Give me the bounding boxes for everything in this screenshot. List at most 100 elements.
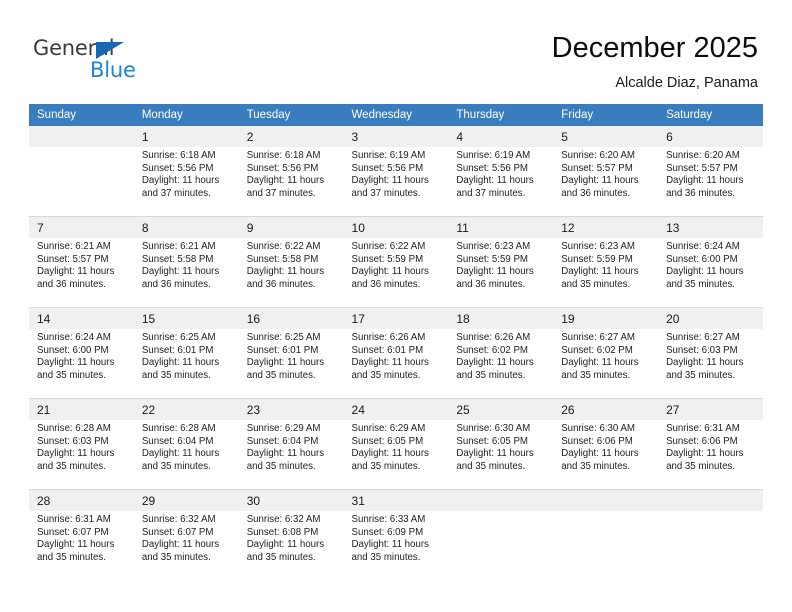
daylight-text-line1: Daylight: 11 hours — [666, 266, 744, 278]
daylight-text-line1: Daylight: 11 hours — [561, 448, 639, 460]
day-info: Sunrise: 6:25 AM Sunset: 6:01 PM Dayligh… — [238, 329, 344, 399]
day-number[interactable]: 14 — [29, 307, 134, 329]
daylight-text-line2: and 35 minutes. — [351, 551, 421, 563]
day-number[interactable]: 15 — [133, 307, 239, 329]
sunset-text: Sunset: 6:01 PM — [141, 344, 214, 356]
day-number[interactable]: 31 — [343, 489, 449, 511]
day-info: Sunrise: 6:24 AM Sunset: 6:00 PM Dayligh… — [658, 238, 763, 308]
sunset-text: Sunset: 6:06 PM — [666, 435, 738, 447]
sunrise-text: Sunrise: 6:19 AM — [456, 150, 531, 161]
sunrise-text: Sunrise: 6:33 AM — [351, 514, 426, 525]
day-info: Sunrise: 6:27 AM Sunset: 6:03 PM Dayligh… — [658, 329, 763, 399]
day-number[interactable]: 27 — [658, 398, 763, 420]
daylight-text-line1: Daylight: 11 hours — [246, 357, 325, 369]
daylight-text-line1: Daylight: 11 hours — [37, 539, 115, 551]
week-2-info-row: Sunrise: 6:21 AM Sunset: 5:57 PM Dayligh… — [29, 238, 763, 308]
day-number[interactable]: 9 — [238, 216, 344, 238]
sunset-text: Sunset: 5:58 PM — [246, 253, 319, 265]
day-number[interactable]: 19 — [553, 307, 659, 329]
sunset-text: Sunset: 6:03 PM — [37, 435, 109, 447]
sunrise-text: Sunrise: 6:32 AM — [246, 514, 321, 525]
day-info: Sunrise: 6:23 AM Sunset: 5:59 PM Dayligh… — [448, 238, 554, 308]
day-number[interactable]: 8 — [133, 216, 239, 238]
weekday-header-monday: Monday — [133, 104, 239, 126]
daylight-text-line1: Daylight: 11 hours — [456, 357, 534, 369]
day-number[interactable]: 4 — [448, 126, 554, 147]
daylight-text-line2: and 35 minutes. — [666, 460, 735, 472]
sunrise-text: Sunrise: 6:28 AM — [37, 423, 111, 434]
daylight-text-line1: Daylight: 11 hours — [141, 357, 220, 369]
title-block: December 2025 Alcalde Diaz, Panama — [552, 30, 758, 94]
day-number[interactable]: 24 — [343, 398, 449, 420]
sunset-text: Sunset: 5:57 PM — [37, 253, 109, 265]
daylight-text-line1: Daylight: 11 hours — [666, 448, 744, 460]
sunrise-text: Sunrise: 6:27 AM — [561, 332, 635, 343]
sunrise-text: Sunrise: 6:31 AM — [666, 423, 740, 434]
day-number[interactable]: 3 — [343, 126, 449, 147]
day-number[interactable]: 10 — [343, 216, 449, 238]
sunrise-text: Sunrise: 6:23 AM — [456, 241, 531, 252]
sunset-text: Sunset: 5:58 PM — [141, 253, 214, 265]
sunset-text: Sunset: 5:56 PM — [456, 162, 528, 174]
sunrise-text: Sunrise: 6:21 AM — [37, 241, 111, 252]
day-info: Sunrise: 6:19 AM Sunset: 5:56 PM Dayligh… — [343, 147, 449, 217]
daylight-text-line2: and 35 minutes. — [456, 460, 526, 472]
day-info: Sunrise: 6:25 AM Sunset: 6:01 PM Dayligh… — [133, 329, 239, 399]
day-number[interactable]: 16 — [238, 307, 344, 329]
day-info-empty — [658, 511, 763, 580]
sunrise-text: Sunrise: 6:30 AM — [561, 423, 635, 434]
sunset-text: Sunset: 6:00 PM — [666, 253, 738, 265]
day-number[interactable]: 25 — [448, 398, 554, 420]
weekday-header-wednesday: Wednesday — [343, 104, 449, 126]
sunset-text: Sunset: 5:59 PM — [561, 253, 633, 265]
day-number[interactable]: 20 — [658, 307, 763, 329]
day-number[interactable]: 23 — [238, 398, 344, 420]
sunset-text: Sunset: 6:04 PM — [246, 435, 319, 447]
daylight-text-line2: and 36 minutes. — [456, 278, 526, 290]
day-number[interactable]: 29 — [133, 489, 239, 511]
daylight-text-line2: and 36 minutes. — [141, 278, 211, 290]
sunset-text: Sunset: 6:02 PM — [561, 344, 633, 356]
daylight-text-line2: and 35 minutes. — [456, 369, 526, 381]
day-number[interactable]: 2 — [238, 126, 344, 147]
day-number[interactable]: 28 — [29, 489, 134, 511]
sunset-text: Sunset: 5:56 PM — [246, 162, 319, 174]
day-number[interactable]: 1 — [133, 126, 239, 147]
weekday-header-row: Sunday Monday Tuesday Wednesday Thursday… — [29, 104, 763, 126]
day-number[interactable]: 11 — [448, 216, 554, 238]
page-title: December 2025 — [551, 32, 758, 64]
sunset-text: Sunset: 6:02 PM — [456, 344, 528, 356]
sunset-text: Sunset: 5:56 PM — [141, 162, 214, 174]
sunset-text: Sunset: 6:01 PM — [246, 344, 319, 356]
sunrise-text: Sunrise: 6:26 AM — [456, 332, 531, 343]
day-number[interactable]: 30 — [238, 489, 344, 511]
week-5-daynum-row: 28 29 30 31 — [29, 489, 763, 511]
day-number[interactable]: 21 — [29, 398, 134, 420]
daylight-text-line2: and 35 minutes. — [246, 551, 316, 563]
daylight-text-line2: and 35 minutes. — [141, 551, 211, 563]
sunrise-text: Sunrise: 6:32 AM — [141, 514, 216, 525]
daylight-text-line2: and 37 minutes. — [351, 187, 421, 199]
day-number[interactable]: 7 — [29, 216, 134, 238]
day-number[interactable]: 22 — [133, 398, 239, 420]
week-1-daynum-row: 1 2 3 4 5 6 — [29, 126, 763, 147]
day-number[interactable]: 5 — [553, 126, 659, 147]
day-info: Sunrise: 6:20 AM Sunset: 5:57 PM Dayligh… — [658, 147, 763, 217]
day-number[interactable]: 26 — [553, 398, 659, 420]
day-number[interactable]: 17 — [343, 307, 449, 329]
day-number[interactable]: 6 — [658, 126, 763, 147]
calendar-page: General Blue December 2025 Alcalde Diaz,… — [0, 0, 792, 612]
day-number[interactable]: 13 — [658, 216, 763, 238]
daylight-text-line1: Daylight: 11 hours — [351, 448, 429, 460]
sunrise-text: Sunrise: 6:31 AM — [37, 514, 111, 525]
day-number[interactable]: 12 — [553, 216, 659, 238]
daylight-text-line2: and 35 minutes. — [141, 460, 211, 472]
daylight-text-line1: Daylight: 11 hours — [561, 175, 639, 187]
day-info: Sunrise: 6:18 AM Sunset: 5:56 PM Dayligh… — [238, 147, 344, 217]
sunrise-text: Sunrise: 6:30 AM — [456, 423, 531, 434]
day-info: Sunrise: 6:22 AM Sunset: 5:58 PM Dayligh… — [238, 238, 344, 308]
day-number[interactable]: 18 — [448, 307, 554, 329]
week-3-daynum-row: 14 15 16 17 18 19 20 — [29, 307, 763, 329]
daylight-text-line2: and 35 minutes. — [351, 369, 421, 381]
daylight-text-line1: Daylight: 11 hours — [141, 266, 220, 278]
